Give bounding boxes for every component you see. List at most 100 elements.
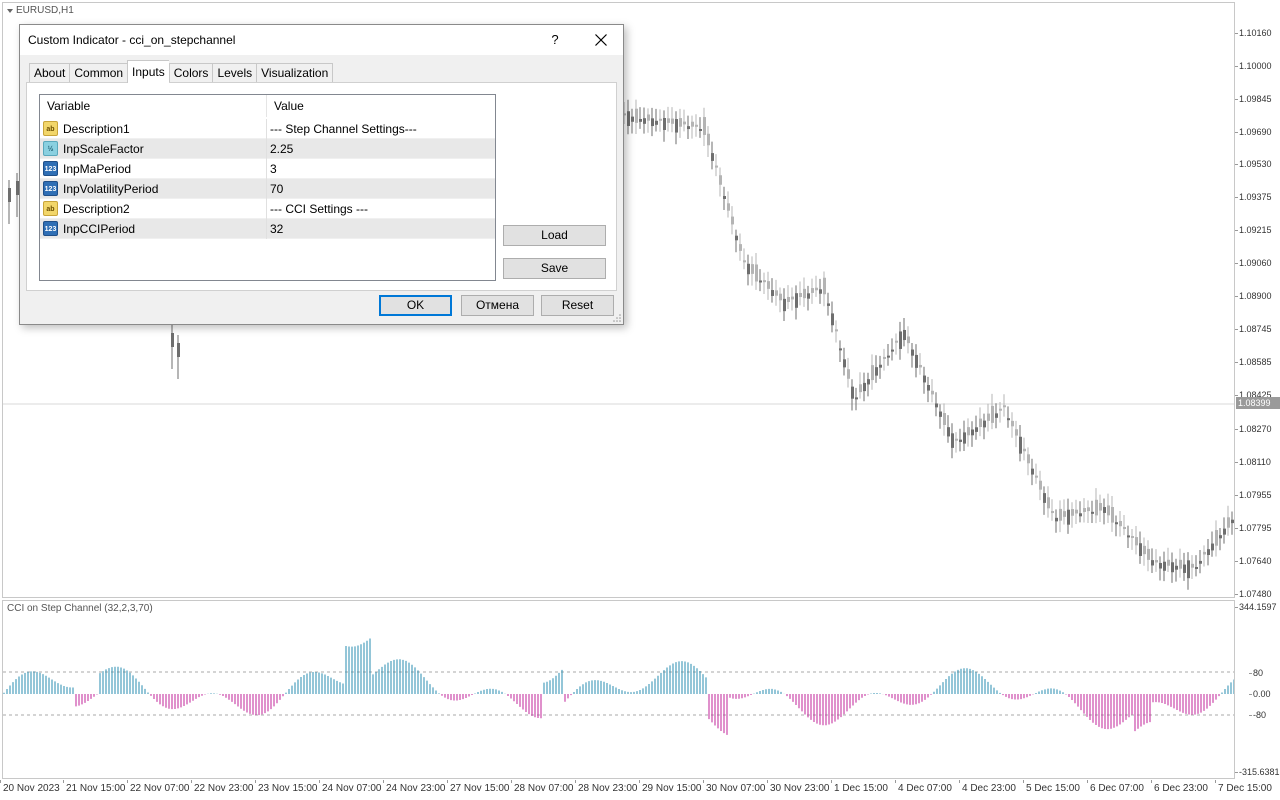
time-tick-label: 28 Nov 23:00 [575, 780, 638, 794]
value-cell[interactable]: 2.25 [267, 139, 495, 159]
value-cell[interactable]: 70 [267, 179, 495, 199]
candle-body [855, 397, 858, 400]
save-button[interactable]: Save [503, 258, 606, 279]
time-tick-label: 29 Nov 15:00 [639, 780, 702, 794]
close-button[interactable] [586, 29, 616, 51]
time-axis: 20 Nov 2023 21 Nov 15:00 22 Nov 07:00 22 No… [0, 780, 1272, 800]
indicator-tick-label: -315.6381 [1235, 767, 1280, 777]
variable-name: InpMaPeriod [63, 161, 132, 176]
dialog-titlebar[interactable]: Custom Indicator - cci_on_stepchannel ? [20, 25, 623, 55]
candle-body [1043, 493, 1046, 503]
candle-body [1107, 505, 1110, 516]
table-row[interactable]: 123 InpVolatilityPeriod 70 [40, 178, 495, 199]
variable-name: InpCCIPeriod [63, 221, 136, 236]
candle-body [655, 120, 658, 125]
table-row[interactable]: ab Description2 --- CCI Settings --- [40, 198, 495, 219]
table-row[interactable]: 123 InpMaPeriod 3 [40, 158, 495, 179]
ok-button[interactable]: OK [379, 295, 452, 316]
candle-body [823, 277, 826, 295]
indicator-axis: 344.1597 80 0.00 -80 -315.6381 [1235, 600, 1280, 782]
candle-body [1011, 420, 1014, 427]
resize-grip-icon[interactable] [612, 313, 622, 323]
variable-cell: ab Description1 [40, 118, 267, 139]
column-header-variable[interactable]: Variable [40, 95, 267, 117]
time-tick-label: 7 Dec 15:00 [1215, 780, 1272, 794]
candle-body [1127, 535, 1130, 538]
string-type-icon: ab [43, 201, 58, 216]
candle-body [1099, 503, 1102, 511]
candle-body [647, 114, 650, 121]
chart-symbol-title: EURUSD,H1 [7, 5, 74, 16]
table-row[interactable]: ab Description1 --- Step Channel Settings-… [40, 118, 495, 139]
time-tick-label: 30 Nov 07:00 [703, 780, 766, 794]
price-tick-label: 1.07795 [1235, 523, 1272, 533]
candle-body [1151, 560, 1154, 566]
candle-body [1023, 448, 1026, 452]
time-tick-label: 21 Nov 15:00 [63, 780, 126, 794]
indicator-pane[interactable]: CCI on Step Channel (32,2,3,70) [2, 600, 1235, 779]
candle-body [963, 432, 966, 444]
symbol-label: EURUSD,H1 [16, 5, 74, 16]
reset-button[interactable]: Reset [541, 295, 614, 316]
candle-body [1139, 543, 1142, 556]
candle-body [1047, 497, 1050, 509]
tab-common[interactable]: Common [69, 63, 128, 83]
candle-body [719, 175, 722, 185]
tab-colors[interactable]: Colors [168, 63, 213, 83]
column-header-value[interactable]: Value [267, 95, 495, 117]
candle-body [1219, 535, 1222, 539]
tab-levels[interactable]: Levels [212, 63, 257, 83]
candle-body [699, 129, 702, 132]
candle-body [819, 289, 822, 294]
candle-body [735, 235, 738, 241]
candle-body [787, 296, 790, 303]
string-type-icon: ab [43, 121, 58, 136]
candle-body [1103, 507, 1106, 513]
candle-body [919, 364, 922, 368]
candle-body [1167, 559, 1170, 566]
candle-body [1215, 530, 1218, 546]
value-cell[interactable]: --- Step Channel Settings--- [267, 119, 495, 139]
candle-body [743, 260, 746, 263]
time-tick-label: 30 Nov 23:00 [767, 780, 830, 794]
candle-body [899, 331, 902, 349]
candle-body [871, 365, 874, 381]
cancel-button[interactable]: Отмена [461, 295, 534, 316]
indicator-tick-label: 344.1597 [1235, 602, 1277, 612]
help-button[interactable]: ? [542, 29, 568, 51]
candle-body [1155, 560, 1158, 563]
tab-inputs[interactable]: Inputs [127, 60, 169, 83]
candle-body [851, 386, 854, 399]
load-button[interactable]: Load [503, 225, 606, 246]
candle-body [891, 349, 894, 352]
tab-visualization[interactable]: Visualization [256, 63, 334, 83]
table-row[interactable]: 123 InpCCIPeriod 32 [40, 218, 495, 239]
inputs-table[interactable]: Variable Value ab Description1 --- Step Ch… [39, 94, 496, 281]
candle-body [727, 203, 730, 211]
table-row[interactable]: ½ InpScaleFactor 2.25 [40, 138, 495, 159]
value-cell[interactable]: 3 [267, 159, 495, 179]
candle-body [675, 119, 678, 133]
value-cell[interactable]: --- CCI Settings --- [267, 199, 495, 219]
candle-body [959, 439, 962, 442]
price-tick-label: 1.09215 [1235, 225, 1272, 235]
candle-body [987, 413, 990, 421]
price-tick-label: 1.10160 [1235, 28, 1272, 38]
candle-body [1115, 522, 1118, 525]
tab-about[interactable]: About [29, 63, 70, 83]
candle-body [1143, 545, 1146, 555]
time-tick-label: 4 Dec 07:00 [895, 780, 952, 794]
candle-body [931, 390, 934, 395]
price-tick-label: 1.09845 [1235, 94, 1272, 104]
candle-body [1119, 520, 1122, 527]
candle-body [683, 121, 686, 125]
candle-body [863, 382, 866, 392]
candle-body [1015, 429, 1018, 436]
candle-body [1123, 526, 1126, 530]
candle-body [715, 165, 718, 168]
integer-type-icon: 123 [43, 181, 58, 196]
value-cell[interactable]: 32 [267, 219, 495, 239]
candle-body [911, 349, 914, 356]
candle-body [711, 153, 714, 161]
price-tick-label: 1.07955 [1235, 490, 1272, 500]
